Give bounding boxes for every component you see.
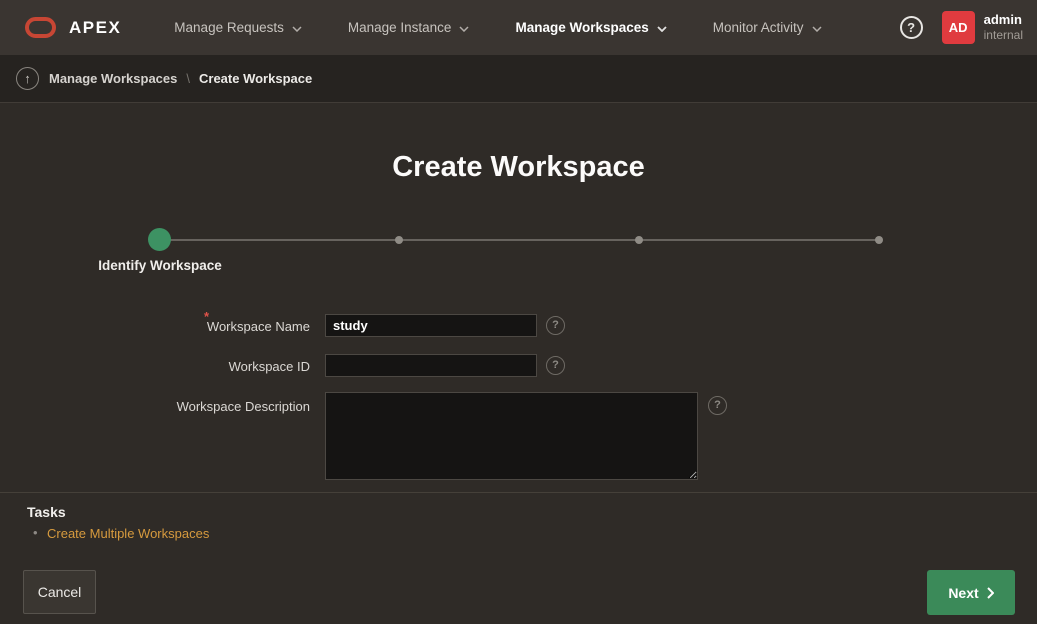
workspace-name-help-icon[interactable]: ? [546, 316, 565, 335]
chevron-down-icon [812, 26, 822, 32]
main-nav: Manage Requests Manage Instance Manage W… [151, 0, 844, 55]
user-avatar[interactable]: AD [942, 11, 975, 44]
breadcrumb-separator: \ [186, 71, 190, 86]
up-arrow-icon[interactable]: ↑ [16, 67, 39, 90]
chevron-down-icon [459, 26, 469, 32]
nav-manage-requests-label: Manage Requests [174, 20, 284, 35]
workspace-id-input[interactable] [325, 354, 537, 377]
page-title: Create Workspace [0, 151, 1037, 184]
wizard-track [160, 239, 879, 241]
nav-manage-requests[interactable]: Manage Requests [151, 0, 325, 55]
workspace-name-label: Workspace Name [60, 319, 310, 334]
tasks-heading: Tasks [27, 504, 66, 520]
user-menu[interactable]: admin internal [984, 12, 1023, 43]
tasks-divider [0, 492, 1037, 493]
nav-manage-instance[interactable]: Manage Instance [325, 0, 493, 55]
nav-monitor-activity[interactable]: Monitor Activity [690, 0, 845, 55]
wizard-step-1-marker [148, 228, 171, 251]
cancel-button[interactable]: Cancel [23, 570, 96, 614]
chevron-right-icon [987, 587, 994, 599]
create-workspace-page: APEX Manage Requests Manage Instance Man… [0, 0, 1037, 624]
user-context: internal [984, 28, 1023, 43]
breadcrumb: ↑ Manage Workspaces \ Create Workspace [0, 55, 1037, 103]
bullet-icon: • [33, 525, 38, 540]
workspace-description-help-icon[interactable]: ? [708, 396, 727, 415]
create-multiple-workspaces-link[interactable]: Create Multiple Workspaces [47, 526, 209, 541]
workspace-id-label: Workspace ID [60, 359, 310, 374]
breadcrumb-current: Create Workspace [199, 71, 312, 86]
nav-manage-workspaces[interactable]: Manage Workspaces [492, 0, 689, 55]
wizard-step-4-marker [875, 236, 883, 244]
oracle-logo-icon[interactable] [25, 17, 56, 38]
wizard-step-label: Identify Workspace [40, 258, 280, 273]
apex-brand[interactable]: APEX [69, 18, 121, 38]
nav-manage-instance-label: Manage Instance [348, 20, 452, 35]
help-icon[interactable]: ? [900, 16, 923, 39]
wizard-step-2-marker [395, 236, 403, 244]
workspace-description-label: Workspace Description [60, 399, 310, 414]
workspace-description-textarea[interactable] [325, 392, 698, 480]
chevron-down-icon [657, 26, 667, 32]
workspace-id-help-icon[interactable]: ? [546, 356, 565, 375]
wizard-step-3-marker [635, 236, 643, 244]
next-button[interactable]: Next [927, 570, 1015, 615]
nav-manage-workspaces-label: Manage Workspaces [515, 20, 648, 35]
top-navigation-bar: APEX Manage Requests Manage Instance Man… [0, 0, 1037, 55]
workspace-name-input[interactable] [325, 314, 537, 337]
user-name: admin [984, 12, 1023, 28]
nav-monitor-activity-label: Monitor Activity [713, 20, 804, 35]
chevron-down-icon [292, 26, 302, 32]
next-button-label: Next [948, 585, 978, 601]
breadcrumb-parent[interactable]: Manage Workspaces [49, 71, 177, 86]
